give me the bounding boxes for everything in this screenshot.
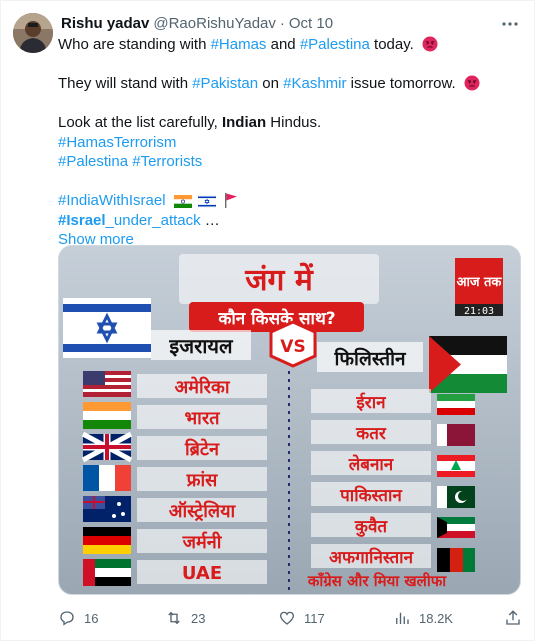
- hashtag-link-rest[interactable]: _under_attack: [106, 212, 201, 229]
- views-count: 18.2K: [419, 610, 453, 626]
- israel-flag: [63, 298, 151, 358]
- like-count: 117: [304, 610, 325, 626]
- right-country: कुवैत: [354, 516, 389, 537]
- hashtag-link[interactable]: #Israel: [58, 212, 106, 229]
- left-country: फ्रांस: [186, 470, 219, 491]
- hashtag-link[interactable]: #Hamas: [211, 36, 267, 53]
- text-line: Who are standing with #Hamas and #Palest…: [58, 35, 518, 55]
- hashtag-link[interactable]: #IndiaWithIsrael: [58, 192, 166, 209]
- text-span: Hindus.: [266, 114, 322, 131]
- tweet-text: Who are standing with #Hamas and #Palest…: [58, 35, 518, 250]
- text-line: #IndiaWithIsrael: [58, 191, 518, 211]
- more-icon: [502, 22, 518, 26]
- text-span: today.: [369, 36, 414, 53]
- tweet-date[interactable]: Oct 10: [289, 15, 333, 32]
- reply-button[interactable]: 16: [58, 609, 98, 627]
- tweet-media-image[interactable]: जंग में कौन किसके साथ? आज तक 21:03 इजराय…: [58, 245, 521, 595]
- channel-logo-text: आज तक: [457, 275, 503, 290]
- text-line: #Palestina #Terrorists: [58, 152, 518, 172]
- author-handle[interactable]: @RaoRishuYadav: [153, 15, 276, 32]
- news-graphic: जंग में कौन किसके साथ? आज तक 21:03 इजराय…: [59, 246, 520, 594]
- text-span: Who are standing with: [58, 36, 211, 53]
- left-country: ब्रिटेन: [184, 438, 220, 460]
- repost-button[interactable]: 23: [165, 609, 205, 627]
- right-country: अफगानिस्तान: [329, 547, 414, 568]
- left-country: अमेरिका: [174, 376, 230, 398]
- repost-count: 23: [191, 610, 206, 626]
- like-button[interactable]: 117: [278, 609, 325, 627]
- avatar-image: [13, 13, 53, 53]
- reply-icon: [60, 611, 74, 626]
- hashtag-link[interactable]: #Terrorists: [132, 153, 202, 170]
- right-country: ईरान: [355, 392, 386, 413]
- text-line: Look at the list carefully, Indian Hindu…: [58, 113, 518, 133]
- text-span: issue tomorrow.: [346, 75, 456, 92]
- left-country: ऑस्ट्रेलिया: [169, 500, 237, 522]
- author-name[interactable]: Rishu yadav: [61, 15, 149, 32]
- repost-icon: [168, 611, 180, 625]
- left-country: जर्मनी: [182, 531, 223, 553]
- reply-count: 16: [84, 610, 99, 626]
- text-span: and: [266, 36, 300, 53]
- share-button[interactable]: [504, 609, 522, 627]
- tweet-actions: 16 23 117 18.2K: [58, 607, 521, 629]
- text-line: #HamasTerrorism: [58, 133, 518, 153]
- vs-badge: VS: [269, 320, 317, 368]
- right-country: कतर: [355, 424, 387, 444]
- more-options-button[interactable]: [500, 14, 520, 34]
- angry-face-icon: [422, 36, 438, 58]
- palestine-flag: [429, 336, 507, 393]
- graphic-title: जंग में: [244, 262, 314, 298]
- text-line: #Israel_under_attack …: [58, 211, 518, 231]
- right-country: लेबनान: [348, 454, 394, 475]
- hashtag-link[interactable]: #Palestina: [300, 36, 370, 53]
- hashtag-link[interactable]: #Kashmir: [283, 75, 346, 92]
- views-button[interactable]: 18.2K: [393, 609, 453, 627]
- share-icon: [506, 610, 520, 625]
- text-span: They will stand with: [58, 75, 193, 92]
- text-span: on: [258, 75, 284, 92]
- clock: 21:03: [464, 306, 494, 317]
- header-separator: ·: [279, 14, 285, 32]
- tweet-card[interactable]: Rishu yadav @RaoRishuYadav · Oct 10 Who …: [0, 0, 535, 641]
- bottom-right-caption: कॉंग्रेस और मिया खलीफा: [307, 572, 447, 590]
- views-icon: [396, 612, 409, 624]
- ellipsis: …: [200, 211, 220, 229]
- tweet-header: Rishu yadav @RaoRishuYadav · Oct 10: [61, 13, 522, 33]
- hashtag-link[interactable]: #HamasTerrorism: [58, 134, 176, 151]
- right-country: पाकिस्तान: [339, 485, 402, 506]
- text-line: They will stand with #Pakistan on #Kashm…: [58, 74, 518, 94]
- hashtag-link[interactable]: #Palestina: [58, 153, 128, 170]
- right-header: फिलिस्तीन: [333, 347, 407, 370]
- heart-icon: [279, 611, 295, 625]
- text-span: Look at the list carefully,: [58, 114, 222, 131]
- angry-face-icon: [464, 75, 480, 97]
- hashtag-link[interactable]: #Pakistan: [192, 75, 258, 92]
- red-flag-icon: [224, 192, 238, 214]
- left-header: इजरायल: [168, 334, 234, 358]
- left-country: UAE: [182, 563, 222, 584]
- vs-text: VS: [280, 337, 305, 357]
- bold-text: Indian: [221, 114, 267, 131]
- left-flags: [81, 371, 133, 586]
- avatar[interactable]: [13, 13, 53, 53]
- left-country: भारत: [185, 408, 221, 429]
- graphic-subtitle: कौन किसके साथ?: [217, 308, 335, 329]
